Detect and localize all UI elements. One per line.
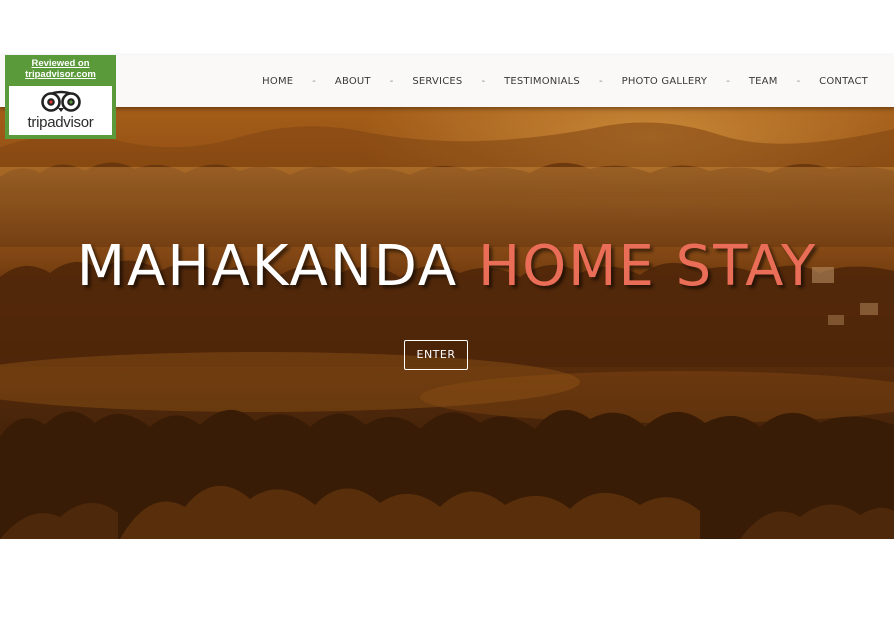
- tripadvisor-reviewed-link[interactable]: Reviewed on tripadvisor.com: [5, 58, 116, 80]
- nav-item-team[interactable]: TEAM: [749, 76, 778, 87]
- tripadvisor-reviewed-line2: tripadvisor.com: [25, 69, 96, 80]
- nav-separator: -: [726, 75, 730, 87]
- hero-title: MAHAKANDA HOME STAY: [0, 234, 894, 300]
- nav-separator: -: [389, 75, 394, 87]
- nav-item-testimonials[interactable]: TESTIMONIALS: [504, 76, 580, 87]
- hero-banner: MAHAKANDA HOME STAY ENTER: [0, 107, 894, 539]
- tripadvisor-badge[interactable]: Reviewed on tripadvisor.com tripadvisor: [5, 55, 116, 139]
- nav-separator: -: [796, 75, 801, 87]
- tripadvisor-reviewed-line1: Reviewed on: [31, 58, 90, 69]
- enter-button[interactable]: ENTER: [404, 340, 468, 370]
- hero-title-accent: HOME STAY: [477, 234, 818, 299]
- hero-title-name: MAHAKANDA: [76, 234, 459, 299]
- nav-separator: -: [312, 75, 316, 87]
- tripadvisor-owl-icon: [41, 90, 81, 112]
- nav-item-contact[interactable]: CONTACT: [819, 76, 868, 87]
- tripadvisor-wordmark: tripadvisor: [9, 115, 112, 131]
- nav-menu: HOME - ABOUT - SERVICES - TESTIMONIALS -…: [262, 55, 868, 107]
- tripadvisor-logo-panel: tripadvisor: [9, 86, 112, 135]
- nav-separator: -: [481, 75, 486, 87]
- nav-item-photo-gallery[interactable]: PHOTO GALLERY: [622, 76, 708, 87]
- forest-landscape-image: [0, 107, 894, 539]
- nav-separator: -: [598, 75, 603, 87]
- nav-item-about[interactable]: ABOUT: [335, 76, 371, 87]
- tripadvisor-wordmark-advisor: advisor: [47, 114, 94, 131]
- top-navigation-bar: HOME - ABOUT - SERVICES - TESTIMONIALS -…: [0, 55, 894, 107]
- tripadvisor-wordmark-trip: trip: [27, 114, 48, 131]
- nav-item-home[interactable]: HOME: [262, 76, 293, 87]
- page: HOME - ABOUT - SERVICES - TESTIMONIALS -…: [0, 0, 894, 626]
- nav-item-services[interactable]: SERVICES: [412, 76, 462, 87]
